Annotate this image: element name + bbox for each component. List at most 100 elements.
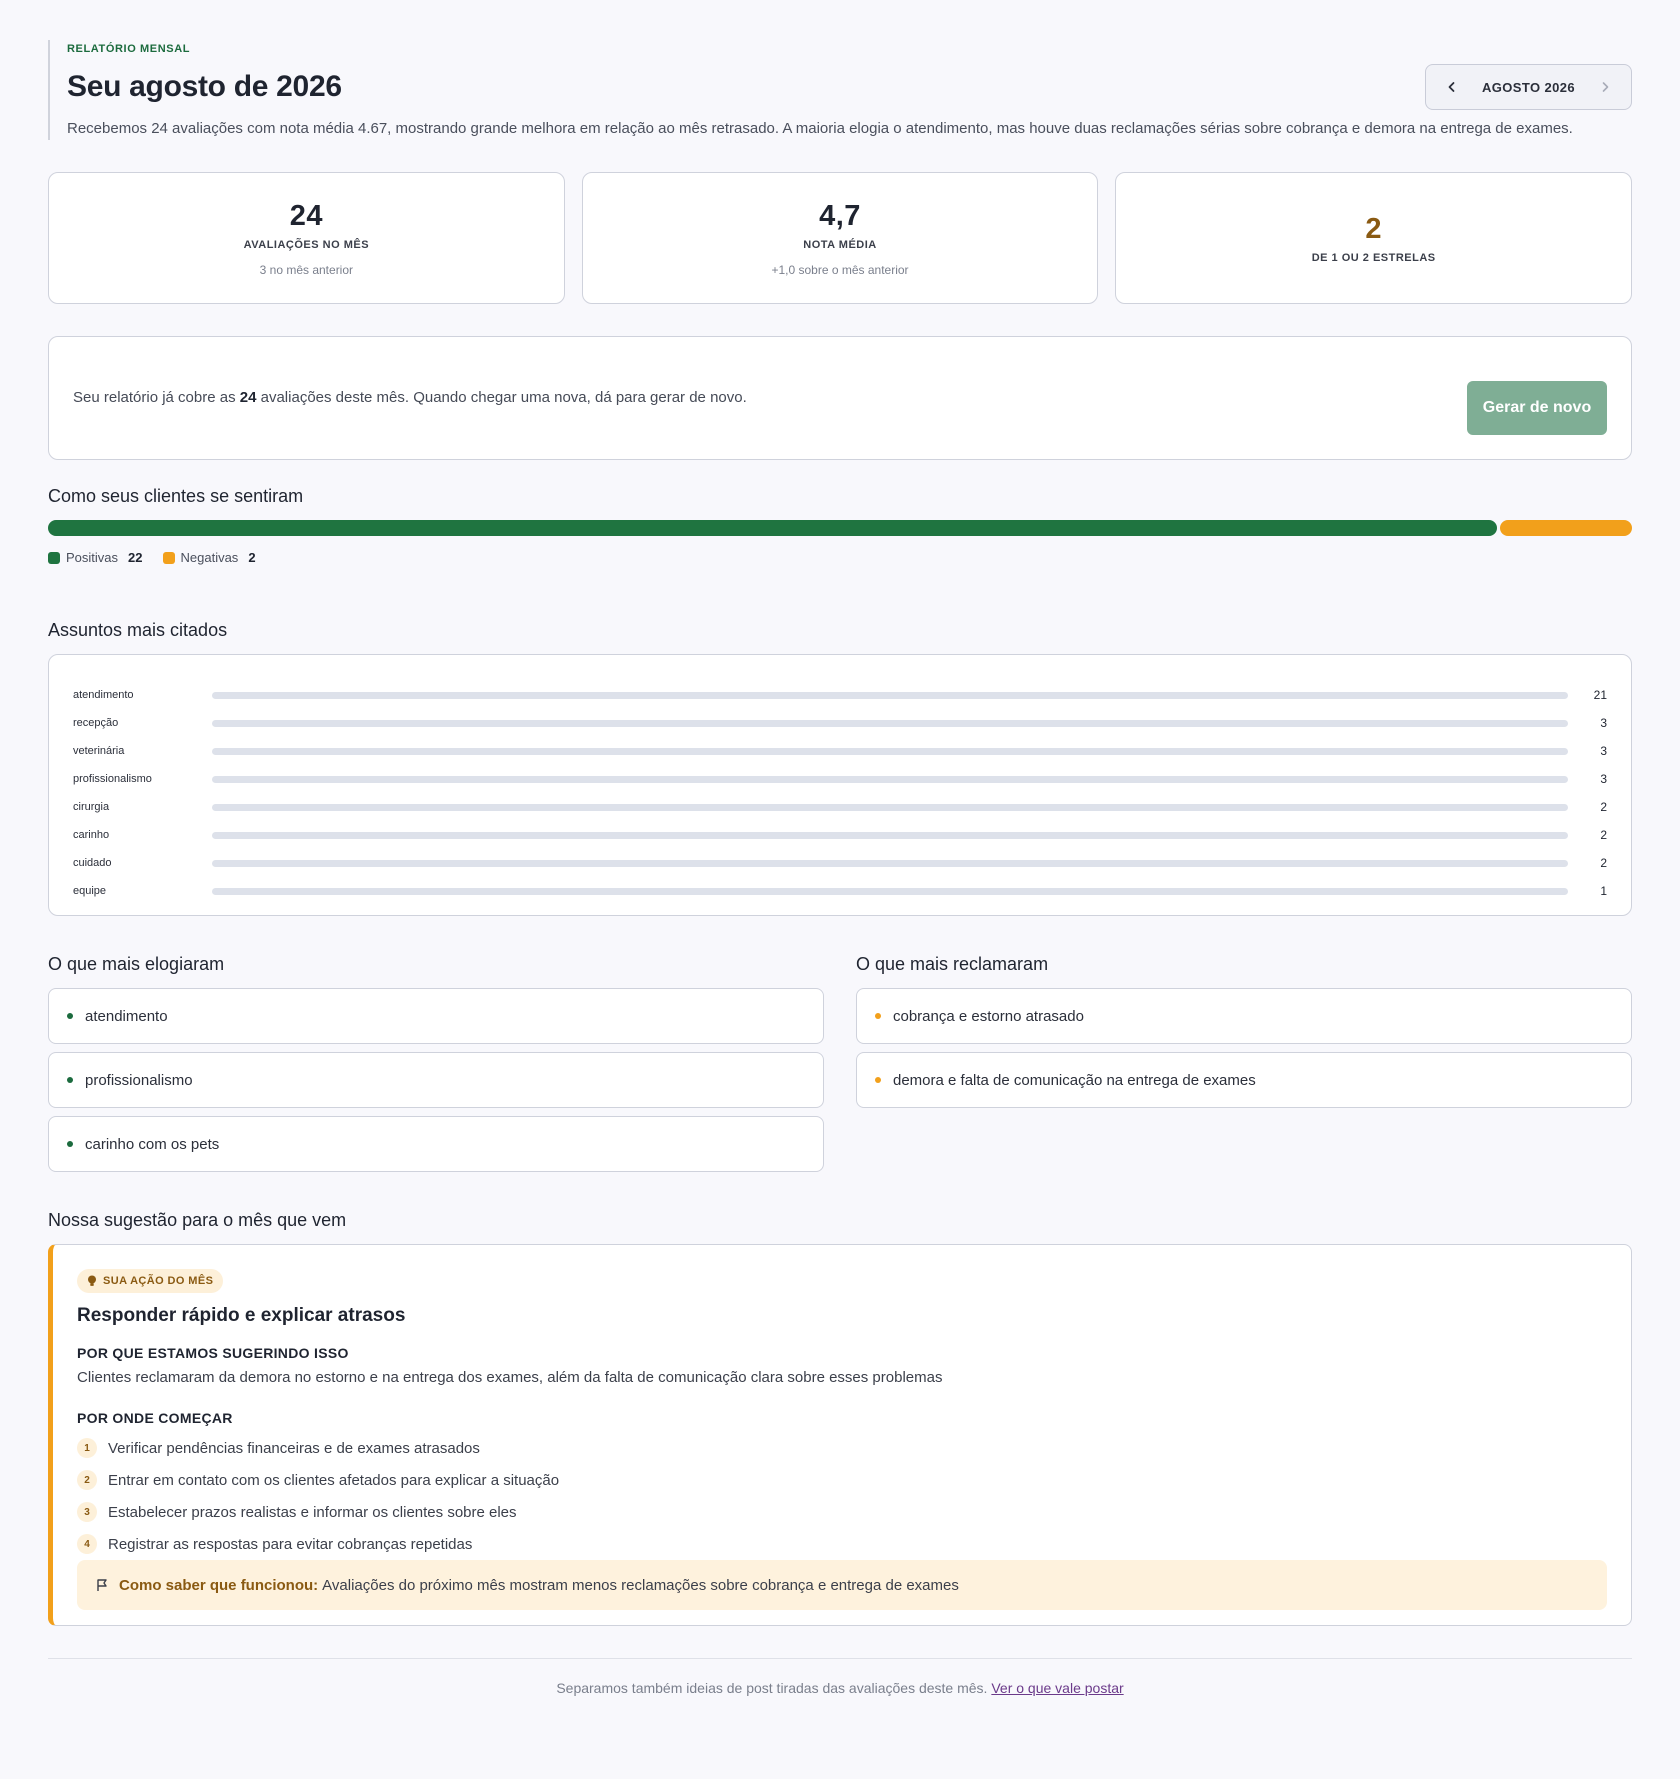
stat-value: 4,7: [819, 199, 861, 232]
topic-label: atendimento: [73, 689, 134, 701]
stats-row: 24 AVALIAÇÕES NO MÊS 3 no mês anterior 4…: [48, 172, 1633, 304]
topic-count: 3: [1600, 716, 1607, 730]
sentiment-negative-segment: [1500, 520, 1632, 536]
topic-track: [212, 691, 1568, 699]
praise-list: atendimento profissionalismo carinho com o…: [48, 988, 824, 1180]
topic-row: atendimento 21: [73, 681, 1607, 709]
why-text: Clientes reclamaram da demora no estorno…: [77, 1369, 943, 1386]
topics-card: atendimento 21 recepção 3 veterinária 3 profis…: [48, 654, 1632, 916]
legend-negative: Negativas 2: [162, 550, 256, 565]
sentiment-positive-segment: [48, 520, 1498, 536]
topic-track: [212, 803, 1568, 811]
regenerate-text-before: Seu relatório já cobre as: [73, 389, 240, 406]
topic-label: recepção: [73, 717, 119, 729]
topic-label: profissionalismo: [73, 773, 152, 785]
regenerate-card: Seu relatório já cobre as 24 avaliações …: [48, 336, 1632, 460]
next-month-button[interactable]: [1597, 79, 1613, 95]
legend-negative-label: Negativas: [180, 550, 239, 565]
topic-count: 21: [1593, 688, 1607, 702]
chevron-left-icon: [1448, 82, 1455, 92]
bullet-icon: [67, 1141, 73, 1147]
topic-label: cuidado: [73, 857, 112, 869]
topic-row: cuidado 2: [73, 849, 1607, 877]
sentiment-bar: [48, 520, 1632, 536]
bullet-icon: [67, 1077, 73, 1083]
action-badge: SUA AÇÃO DO MÊS: [77, 1269, 224, 1293]
step-item: 4 Registrar as respostas para evitar cobr…: [77, 1528, 1607, 1560]
stat-card-low-ratings: 2 DE 1 OU 2 ESTRELAS: [1115, 172, 1633, 304]
flag-icon: [97, 1579, 107, 1591]
footer: Separamos também ideias de post tiradas …: [48, 1680, 1632, 1696]
topic-count: 3: [1600, 772, 1607, 786]
praise-item: profissionalismo: [48, 1052, 824, 1108]
stat-card-reviews: 24 AVALIAÇÕES NO MÊS 3 no mês anterior: [48, 172, 565, 304]
complaint-item-label: demora e falta de comunicação na entrega…: [893, 1071, 1256, 1089]
month-selector: AGOSTO 2026: [1425, 64, 1632, 110]
praise-item: atendimento: [48, 988, 824, 1044]
post-ideas-link[interactable]: Ver o que vale postar: [991, 1680, 1123, 1696]
step-item: 2 Entrar em contato com os clientes afeta…: [77, 1464, 1607, 1496]
report-summary: Recebemos 24 avaliações com nota média 4…: [67, 120, 1573, 137]
suggestion-title: Responder rápido e explicar atrasos: [77, 1305, 406, 1326]
step-text: Estabelecer prazos realistas e informar …: [108, 1503, 517, 1521]
prev-month-button[interactable]: [1444, 79, 1460, 95]
legend-negative-count: 2: [248, 550, 256, 565]
topic-label: veterinária: [73, 745, 125, 757]
legend-negative-swatch: [162, 551, 175, 564]
complaint-item: demora e falta de comunicação na entrega…: [856, 1052, 1632, 1108]
stat-sub: 3 no mês anterior: [259, 262, 354, 277]
step-number: 2: [77, 1470, 97, 1490]
praise-item: carinho com os pets: [48, 1116, 824, 1172]
topic-row: equipe 1: [73, 877, 1607, 905]
topic-track: [212, 887, 1568, 895]
sentiment-heading: Como seus clientes se sentiram: [48, 486, 304, 506]
stat-label: AVALIAÇÕES NO MÊS: [243, 238, 370, 251]
topic-count: 2: [1600, 828, 1607, 842]
bullet-icon: [875, 1077, 881, 1083]
topic-label: cirurgia: [73, 801, 110, 813]
step-item: 3 Estabelecer prazos realistas e informar…: [77, 1496, 1607, 1528]
report-eyebrow: RELATÓRIO MENSAL: [67, 43, 191, 55]
start-heading: POR ONDE COMEÇAR: [77, 1410, 233, 1426]
suggestion-heading: Nossa sugestão para o mês que vem: [48, 1210, 347, 1230]
topic-track: [212, 775, 1568, 783]
step-text: Entrar em contato com os clientes afetad…: [108, 1471, 560, 1489]
legend-positive-label: Positivas: [66, 550, 119, 565]
regenerate-text-after: avaliações deste mês. Quando chegar uma …: [256, 389, 747, 406]
topic-label: carinho: [73, 829, 110, 841]
regenerate-text: Seu relatório já cobre as 24 avaliações …: [73, 389, 747, 406]
regenerate-button[interactable]: Gerar de novo: [1467, 381, 1607, 435]
topic-row: cirurgia 2: [73, 793, 1607, 821]
sentiment-legend: Positivas 22 Negativas 2: [48, 550, 256, 565]
stat-sub: +1,0 sobre o mês anterior: [771, 262, 909, 277]
success-callout: Como saber que funcionou: Avaliações do …: [77, 1560, 1607, 1610]
footer-text: Separamos também ideias de post tiradas …: [556, 1680, 988, 1696]
stat-value: 24: [289, 199, 323, 232]
footer-divider: [48, 1658, 1632, 1659]
report-header: RELATÓRIO MENSAL Seu agosto de 2026 Rece…: [48, 40, 1632, 140]
topic-track: [212, 747, 1568, 755]
month-label: AGOSTO 2026: [1481, 79, 1576, 95]
report-page: RELATÓRIO MENSAL Seu agosto de 2026 Rece…: [48, 40, 1633, 1696]
legend-positive-swatch: [48, 551, 60, 564]
stat-label: DE 1 OU 2 ESTRELAS: [1311, 251, 1436, 264]
topic-count: 2: [1600, 800, 1607, 814]
stat-label: NOTA MÉDIA: [803, 238, 877, 251]
page-title: Seu agosto de 2026: [67, 70, 342, 103]
regenerate-count: 24: [239, 389, 257, 406]
step-text: Verificar pendências financeiras e de ex…: [108, 1439, 480, 1457]
complaints-list: cobrança e estorno atrasado demora e falt…: [856, 988, 1632, 1116]
success-label: Como saber que funcionou:: [119, 1576, 319, 1594]
praise-item-label: profissionalismo: [85, 1071, 193, 1089]
legend-positive-count: 22: [128, 550, 143, 565]
praise-heading: O que mais elogiaram: [48, 954, 225, 974]
step-text: Registrar as respostas para evitar cobra…: [108, 1535, 473, 1553]
topic-track: [212, 831, 1568, 839]
complaint-item: cobrança e estorno atrasado: [856, 988, 1632, 1044]
complaint-item-label: cobrança e estorno atrasado: [893, 1007, 1084, 1025]
topic-row: carinho 2: [73, 821, 1607, 849]
topic-row: recepção 3: [73, 709, 1607, 737]
praise-item-label: carinho com os pets: [85, 1135, 220, 1153]
chevron-right-icon: [1602, 82, 1609, 92]
why-heading: POR QUE ESTAMOS SUGERINDO ISSO: [77, 1345, 349, 1361]
